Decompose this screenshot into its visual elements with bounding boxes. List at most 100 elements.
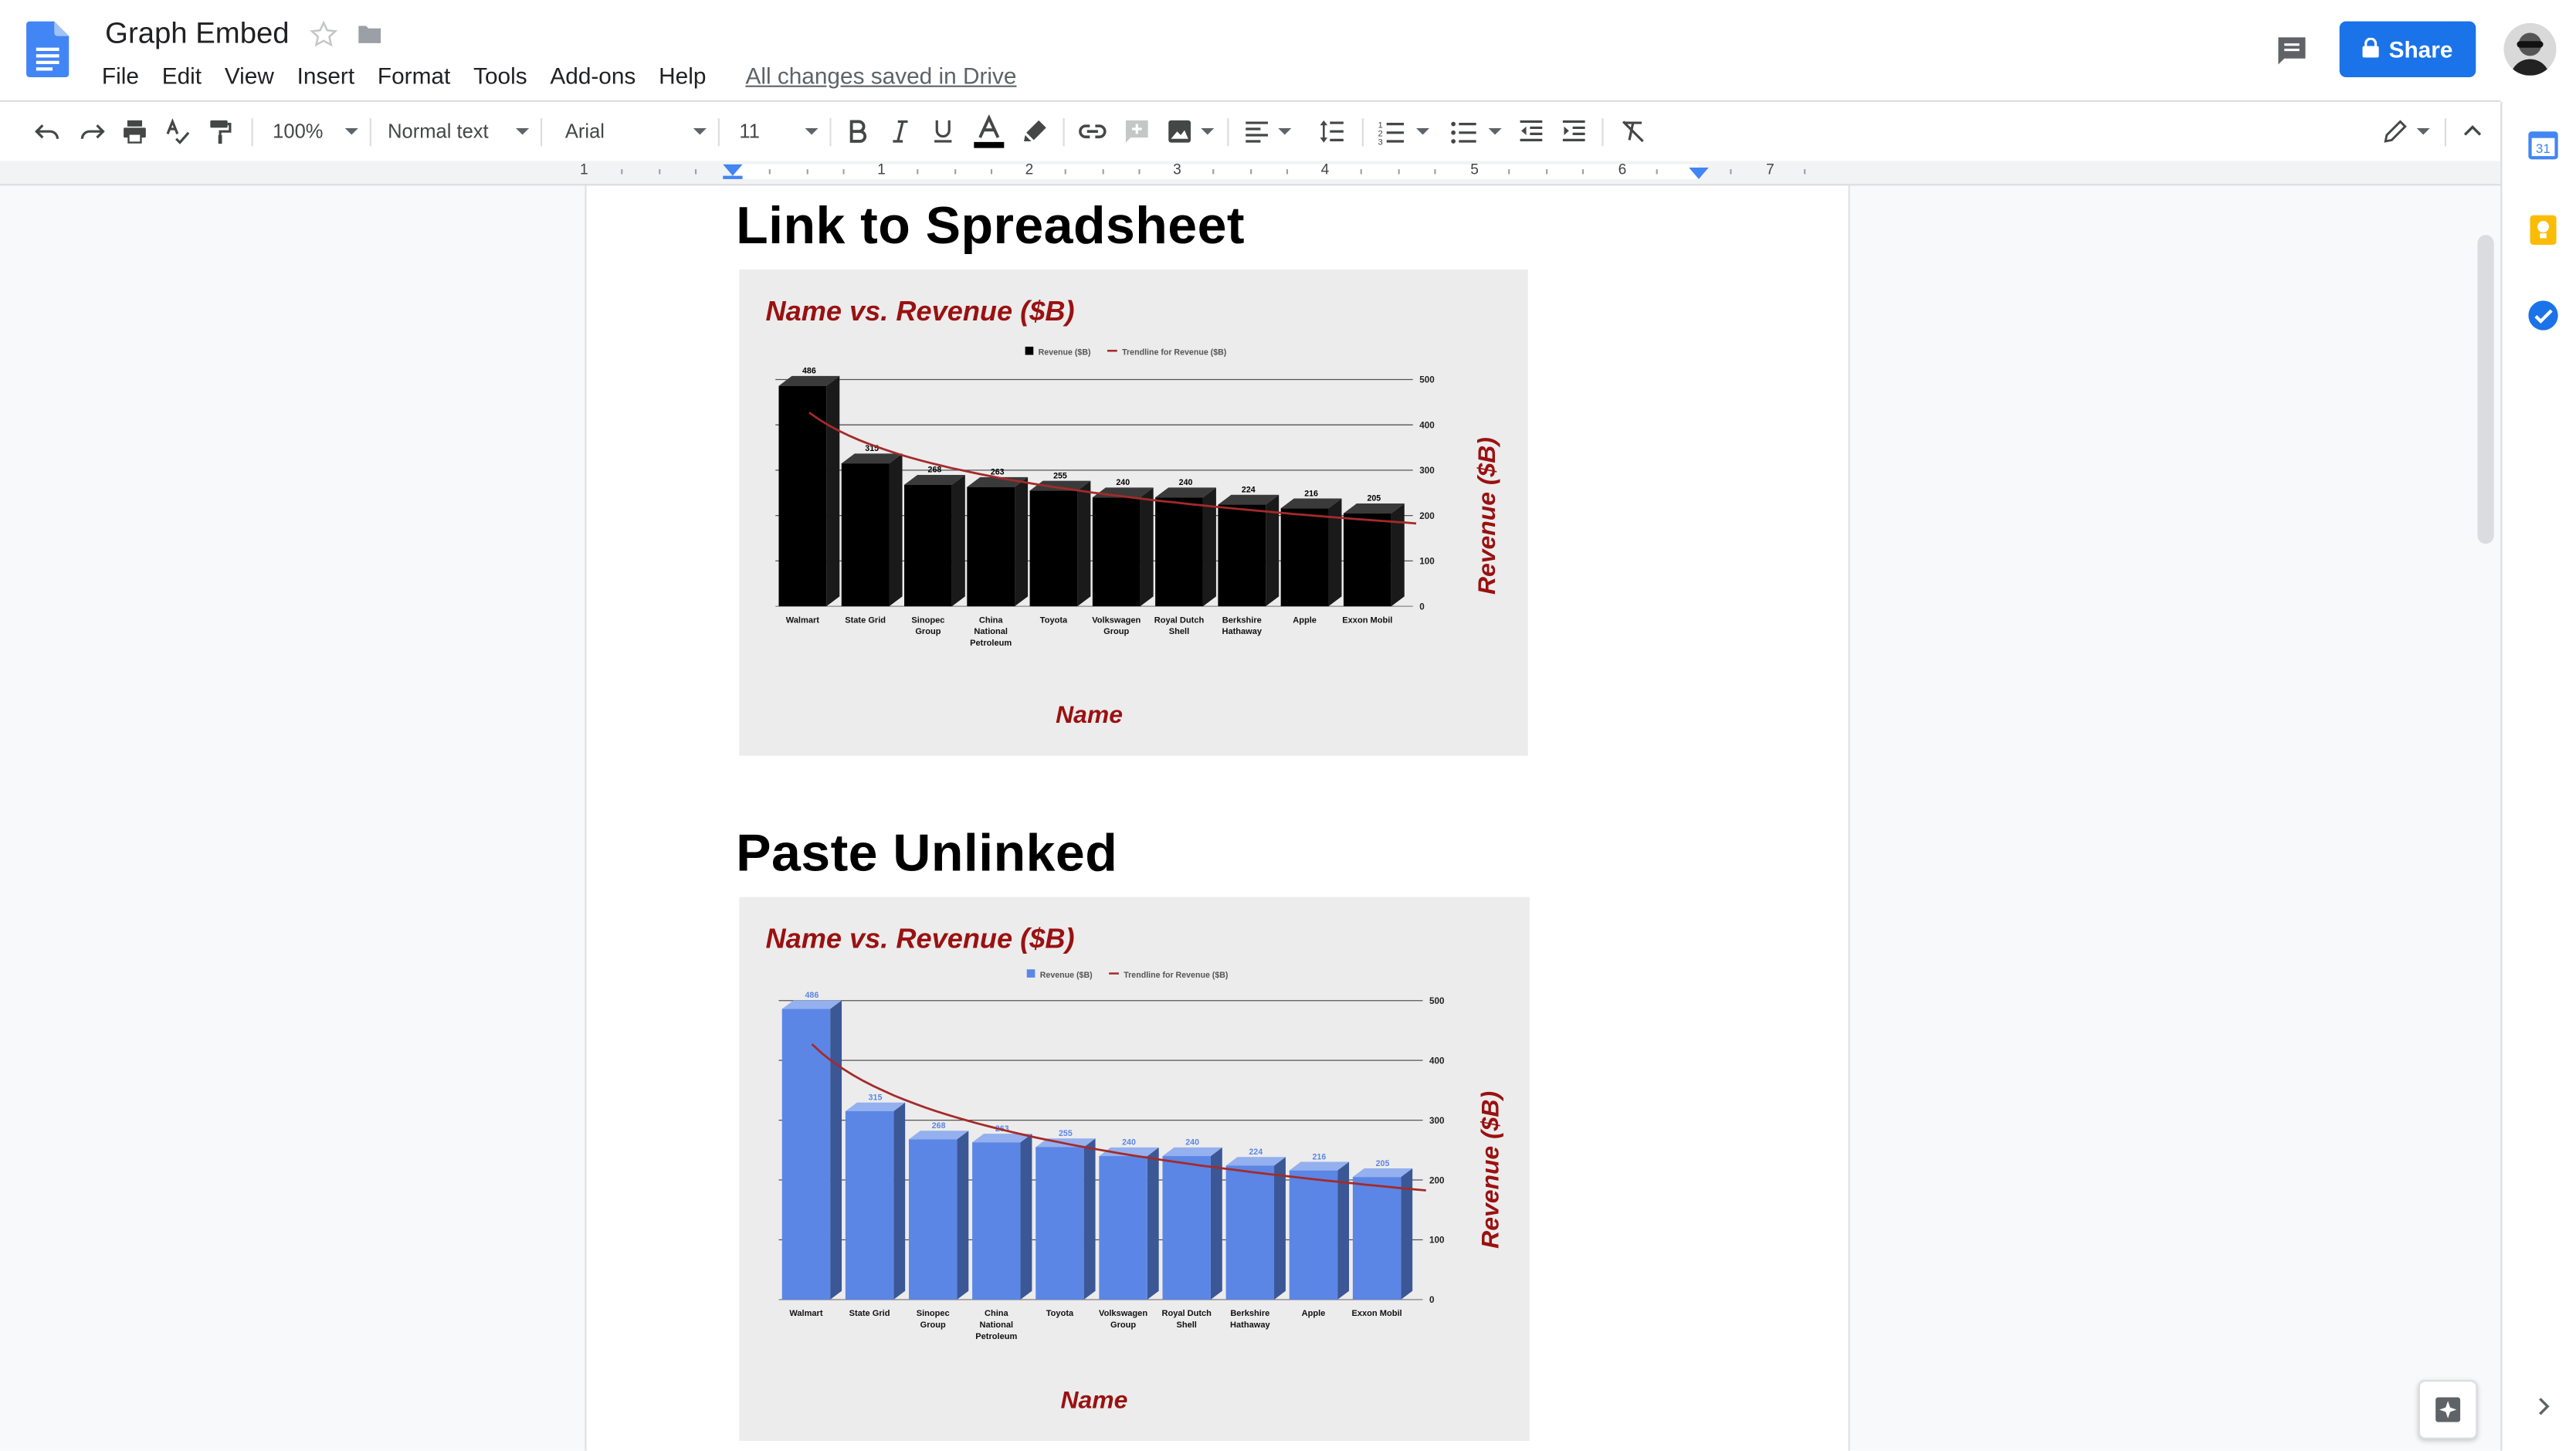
bar-face — [904, 484, 952, 607]
bar-face — [908, 1139, 958, 1300]
bold-icon[interactable] — [839, 112, 876, 151]
explore-icon[interactable] — [2418, 1380, 2478, 1439]
legend-label-trendline: Trendline for Revenue ($B) — [1122, 348, 1227, 358]
increase-indent-icon[interactable] — [1556, 112, 1592, 151]
numbered-list-icon[interactable]: 123 — [1372, 112, 1435, 151]
save-status[interactable]: All changes saved in Drive — [745, 63, 1016, 89]
collapse-icon[interactable] — [2455, 112, 2491, 151]
keep-icon[interactable] — [2527, 214, 2560, 247]
menu-bar: File Edit View Insert Format Tools Add-o… — [95, 61, 1017, 90]
print-icon[interactable] — [117, 112, 153, 151]
menu-help[interactable]: Help — [652, 61, 713, 90]
x-tick-label: Toyota — [1040, 615, 1068, 625]
menu-insert[interactable]: Insert — [290, 61, 361, 90]
document-title[interactable]: Graph Embed — [102, 15, 293, 53]
undo-icon[interactable] — [29, 112, 66, 151]
legend-swatch-revenue — [1026, 969, 1035, 978]
chevron-down-icon — [1488, 127, 1502, 135]
x-tick-label: Shell — [1176, 1320, 1196, 1330]
chevron-down-icon — [1415, 127, 1430, 135]
left-indent-marker[interactable] — [723, 164, 743, 181]
highlight-icon[interactable] — [1017, 112, 1053, 151]
redo-icon[interactable] — [74, 112, 110, 151]
bar-side — [889, 453, 903, 607]
bar-face — [781, 1009, 831, 1300]
heading-paste-unlinked[interactable]: Paste Unlinked — [736, 823, 1117, 884]
comment-add-icon[interactable] — [1119, 112, 1155, 151]
bar — [1162, 1147, 1222, 1300]
menu-file[interactable]: File — [95, 61, 145, 90]
comments-icon[interactable] — [2267, 26, 2317, 76]
svg-text:3: 3 — [1378, 138, 1383, 147]
vertical-scrollbar[interactable] — [2477, 235, 2494, 544]
font-size-select[interactable]: 11 — [730, 112, 819, 151]
app-header: Graph Embed File Edit View Insert Format… — [0, 0, 2576, 102]
bar-face — [1289, 1170, 1338, 1300]
ruler[interactable]: 1 1 2 3 4 5 6 7 — [0, 161, 2501, 186]
ruler-number: 1 — [877, 161, 886, 178]
unlinked-chart[interactable]: Name vs. Revenue ($B) Revenue ($B) Trendl… — [739, 897, 1530, 1441]
underline-icon[interactable] — [925, 112, 961, 151]
x-tick-label: Royal Dutch — [1154, 615, 1205, 625]
chart-legend: Revenue ($B) Trendline for Revenue ($B) — [1026, 969, 1229, 980]
tasks-icon[interactable] — [2527, 299, 2560, 332]
zoom-select[interactable]: 100% — [266, 112, 358, 151]
font-family-select[interactable]: Arial — [555, 112, 707, 151]
y-tick-label: 100 — [1419, 557, 1435, 567]
legend-label-trendline: Trendline for Revenue ($B) — [1124, 971, 1229, 980]
bar-face — [845, 1110, 894, 1300]
ruler-number: 4 — [1320, 161, 1330, 178]
docs-logo-icon[interactable] — [26, 21, 69, 77]
x-tick-label: Group — [1110, 1320, 1136, 1330]
italic-icon[interactable] — [883, 112, 919, 151]
data-label: 268 — [932, 1121, 946, 1131]
clear-formatting-icon[interactable] — [1615, 112, 1651, 151]
ruler-number: 5 — [1470, 161, 1479, 178]
align-icon[interactable] — [1239, 112, 1294, 151]
document-canvas[interactable]: Link to Spreadsheet Name vs. Revenue ($B… — [0, 185, 2501, 1451]
link-icon[interactable] — [1074, 112, 1110, 151]
bulleted-list-icon[interactable] — [1444, 112, 1507, 151]
menu-tools[interactable]: Tools — [467, 61, 534, 90]
bar-side — [1015, 476, 1029, 607]
data-label: 216 — [1304, 489, 1318, 498]
bar-side — [1077, 480, 1091, 607]
share-button[interactable]: Share — [2339, 21, 2476, 77]
bar-face — [1092, 497, 1141, 607]
bar-face — [1099, 1156, 1147, 1300]
menu-edit[interactable]: Edit — [155, 61, 208, 90]
bar-side — [1140, 487, 1154, 607]
line-spacing-icon[interactable] — [1313, 112, 1352, 151]
x-axis-title: Name — [1061, 1385, 1128, 1413]
document-page[interactable]: Link to Spreadsheet Name vs. Revenue ($B… — [585, 185, 1850, 1451]
y-axis-title: Revenue ($B) — [1473, 437, 1500, 595]
pencil-edit-icon[interactable] — [2376, 112, 2435, 151]
data-label: 240 — [1116, 478, 1130, 487]
right-indent-marker[interactable] — [1689, 168, 1709, 181]
spellcheck-icon[interactable] — [159, 112, 195, 151]
star-icon[interactable] — [309, 19, 338, 48]
expand-icon[interactable] — [2530, 1393, 2557, 1419]
data-label: 315 — [869, 1093, 883, 1103]
x-tick-label: Royal Dutch — [1161, 1309, 1212, 1318]
lock-icon — [2362, 36, 2379, 63]
decrease-indent-icon[interactable] — [1513, 112, 1550, 151]
share-label: Share — [2388, 36, 2453, 63]
menu-addons[interactable]: Add-ons — [544, 61, 642, 90]
menu-view[interactable]: View — [218, 61, 280, 90]
x-tick-label: Petroleum — [975, 1332, 1017, 1341]
avatar[interactable] — [2503, 22, 2557, 76]
bar-face — [1218, 504, 1266, 607]
linked-chart[interactable]: Name vs. Revenue ($B) Revenue ($B) Trendl… — [739, 269, 1528, 756]
heading-link-to-spreadsheet[interactable]: Link to Spreadsheet — [736, 195, 1245, 256]
folder-icon[interactable] — [355, 19, 385, 48]
text-color-icon[interactable] — [969, 112, 1008, 151]
paragraph-style-select[interactable]: Normal text — [381, 112, 530, 151]
paint-format-icon[interactable] — [202, 112, 239, 151]
x-tick-label: National — [974, 627, 1008, 636]
calendar-icon[interactable]: 31 — [2527, 128, 2560, 161]
menu-format[interactable]: Format — [371, 61, 456, 90]
y-tick-label: 200 — [1429, 1175, 1445, 1185]
chevron-down-icon — [1278, 127, 1292, 135]
image-icon[interactable] — [1161, 112, 1217, 151]
